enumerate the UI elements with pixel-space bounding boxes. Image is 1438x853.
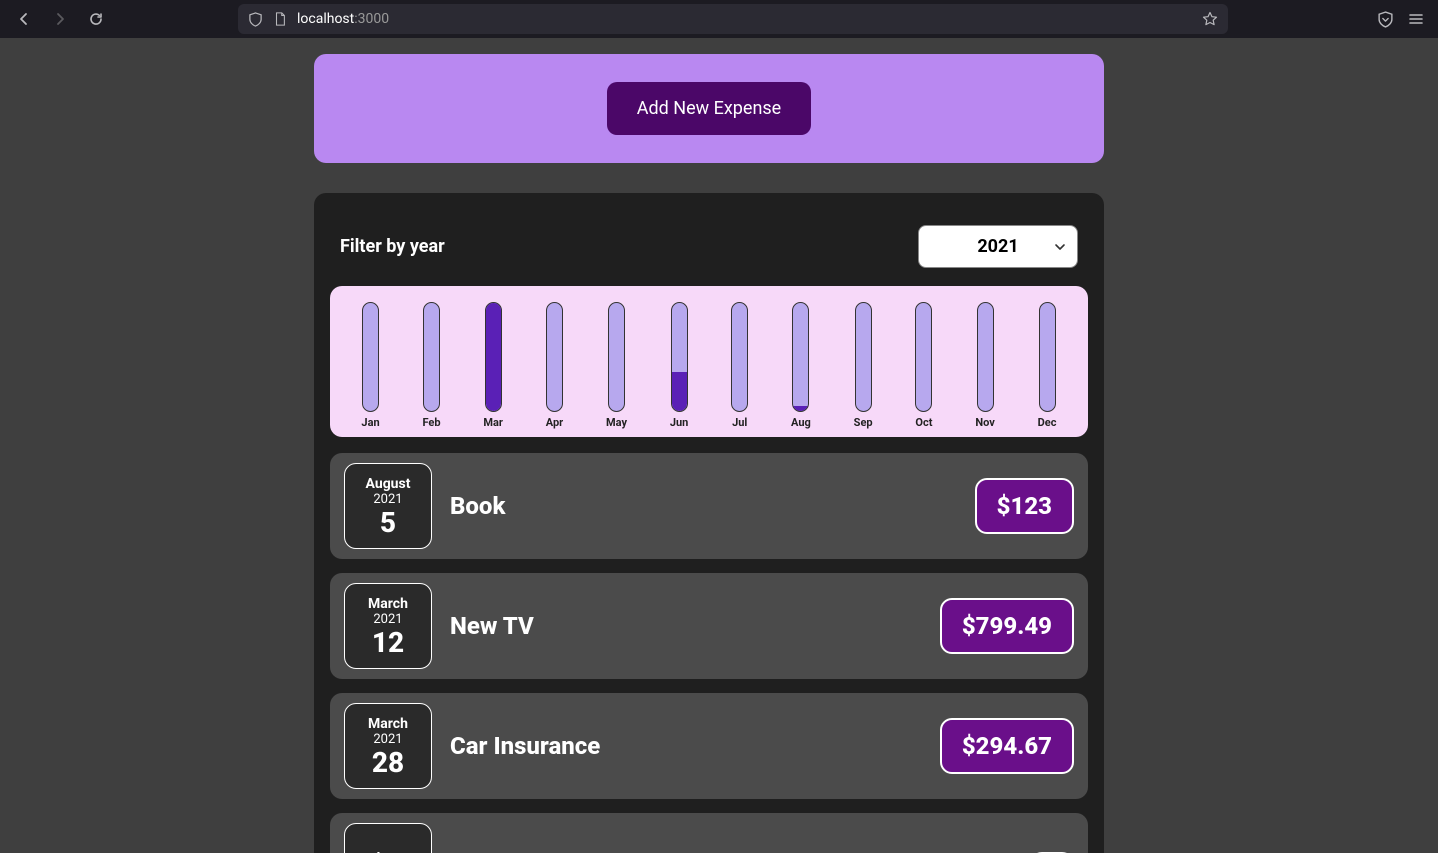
expenses-chart: Jan Feb Mar Apr May Jun Jul Aug	[330, 286, 1088, 437]
expense-date: March 2021 12	[344, 583, 432, 669]
expense-title: Book	[450, 492, 957, 520]
back-button[interactable]	[10, 5, 38, 33]
chart-bar-outer	[608, 302, 625, 412]
expense-date: August 2021 5	[344, 463, 432, 549]
url-port: :3000	[354, 11, 389, 27]
chart-bar-outer	[731, 302, 748, 412]
expenses-panel: Filter by year 2021 Jan Feb Mar	[314, 193, 1104, 853]
chart-bar-fill	[486, 303, 501, 411]
chart-bar-sep: Sep	[854, 302, 873, 429]
chart-bar-nov: Nov	[975, 302, 994, 429]
expense-day: 5	[380, 509, 396, 537]
chart-bar-outer	[546, 302, 563, 412]
expense-day: 12	[372, 629, 404, 657]
chart-bar-outer	[1039, 302, 1056, 412]
browser-toolbar: localhost:3000	[0, 0, 1438, 38]
chart-bar-label: Jun	[670, 416, 688, 429]
chart-bar-outer	[915, 302, 932, 412]
expense-day: 28	[372, 749, 404, 777]
filter-row: Filter by year 2021	[330, 209, 1088, 286]
expense-item: August 2021 5 Book $123	[330, 453, 1088, 559]
expense-year: 2021	[373, 732, 402, 747]
expense-month: August	[366, 476, 411, 492]
chart-bar-label: Mar	[483, 416, 503, 429]
chart-bar-outer	[671, 302, 688, 412]
expense-price: $123	[975, 478, 1074, 534]
add-new-expense-button[interactable]: Add New Expense	[607, 82, 811, 135]
chart-bar-outer	[792, 302, 809, 412]
expense-item: March 2021 12 New TV $799.49	[330, 573, 1088, 679]
expense-month: March	[368, 596, 408, 612]
chart-bar-label: Dec	[1038, 416, 1057, 429]
expense-price: $799.49	[940, 598, 1074, 654]
url-host: localhost	[297, 11, 354, 27]
bookmark-star-icon[interactable]	[1202, 11, 1218, 27]
expense-month: June	[372, 850, 403, 853]
chart-bar-oct: Oct	[915, 302, 932, 429]
chart-bar-label: May	[606, 416, 627, 429]
filter-label: Filter by year	[340, 236, 445, 257]
chart-bar-label: Feb	[422, 416, 440, 429]
chart-bar-mar: Mar	[483, 302, 503, 429]
expense-year: 2021	[373, 612, 402, 627]
chart-bar-jul: Jul	[731, 302, 748, 429]
chart-bar-outer	[362, 302, 379, 412]
chart-bar-feb: Feb	[422, 302, 440, 429]
expense-title: Car Insurance	[450, 732, 922, 760]
pocket-icon[interactable]	[1377, 11, 1394, 28]
expense-date: June 2021	[344, 823, 432, 853]
chart-bar-dec: Dec	[1038, 302, 1057, 429]
new-expense-banner: Add New Expense	[314, 54, 1104, 163]
expense-item: March 2021 28 Car Insurance $294.67	[330, 693, 1088, 799]
expense-title: New TV	[450, 612, 922, 640]
chart-bar-label: Aug	[791, 416, 811, 429]
chart-bar-label: Oct	[915, 416, 932, 429]
chart-bar-may: May	[606, 302, 627, 429]
expense-price: $294.67	[940, 718, 1074, 774]
url-bar[interactable]: localhost:3000	[238, 4, 1228, 34]
chart-bar-label: Jul	[732, 416, 747, 429]
hamburger-menu-icon[interactable]	[1408, 11, 1424, 27]
chart-bar-aug: Aug	[791, 302, 811, 429]
chart-bar-label: Nov	[975, 416, 994, 429]
chart-bar-fill	[672, 372, 687, 411]
year-select[interactable]: 2021	[918, 225, 1078, 268]
chart-bar-jun: Jun	[670, 302, 688, 429]
chart-bar-outer	[423, 302, 440, 412]
expense-month: March	[368, 716, 408, 732]
expense-year: 2021	[373, 492, 402, 507]
chart-bar-fill	[793, 406, 808, 411]
chart-bar-outer	[485, 302, 502, 412]
chart-bar-outer	[855, 302, 872, 412]
forward-button	[46, 5, 74, 33]
url-text: localhost:3000	[297, 11, 1192, 27]
shield-icon	[248, 12, 263, 27]
expense-item: June 2021	[330, 813, 1088, 853]
chart-bar-label: Sep	[854, 416, 873, 429]
chart-bar-outer	[977, 302, 994, 412]
page-viewport[interactable]: Add New Expense Filter by year 2021 Jan	[0, 38, 1418, 853]
file-icon	[273, 12, 287, 26]
chart-bar-label: Apr	[546, 416, 563, 429]
chart-bar-apr: Apr	[546, 302, 563, 429]
chart-bar-label: Jan	[361, 416, 379, 429]
expense-date: March 2021 28	[344, 703, 432, 789]
reload-button[interactable]	[82, 5, 110, 33]
chart-bar-jan: Jan	[361, 302, 379, 429]
